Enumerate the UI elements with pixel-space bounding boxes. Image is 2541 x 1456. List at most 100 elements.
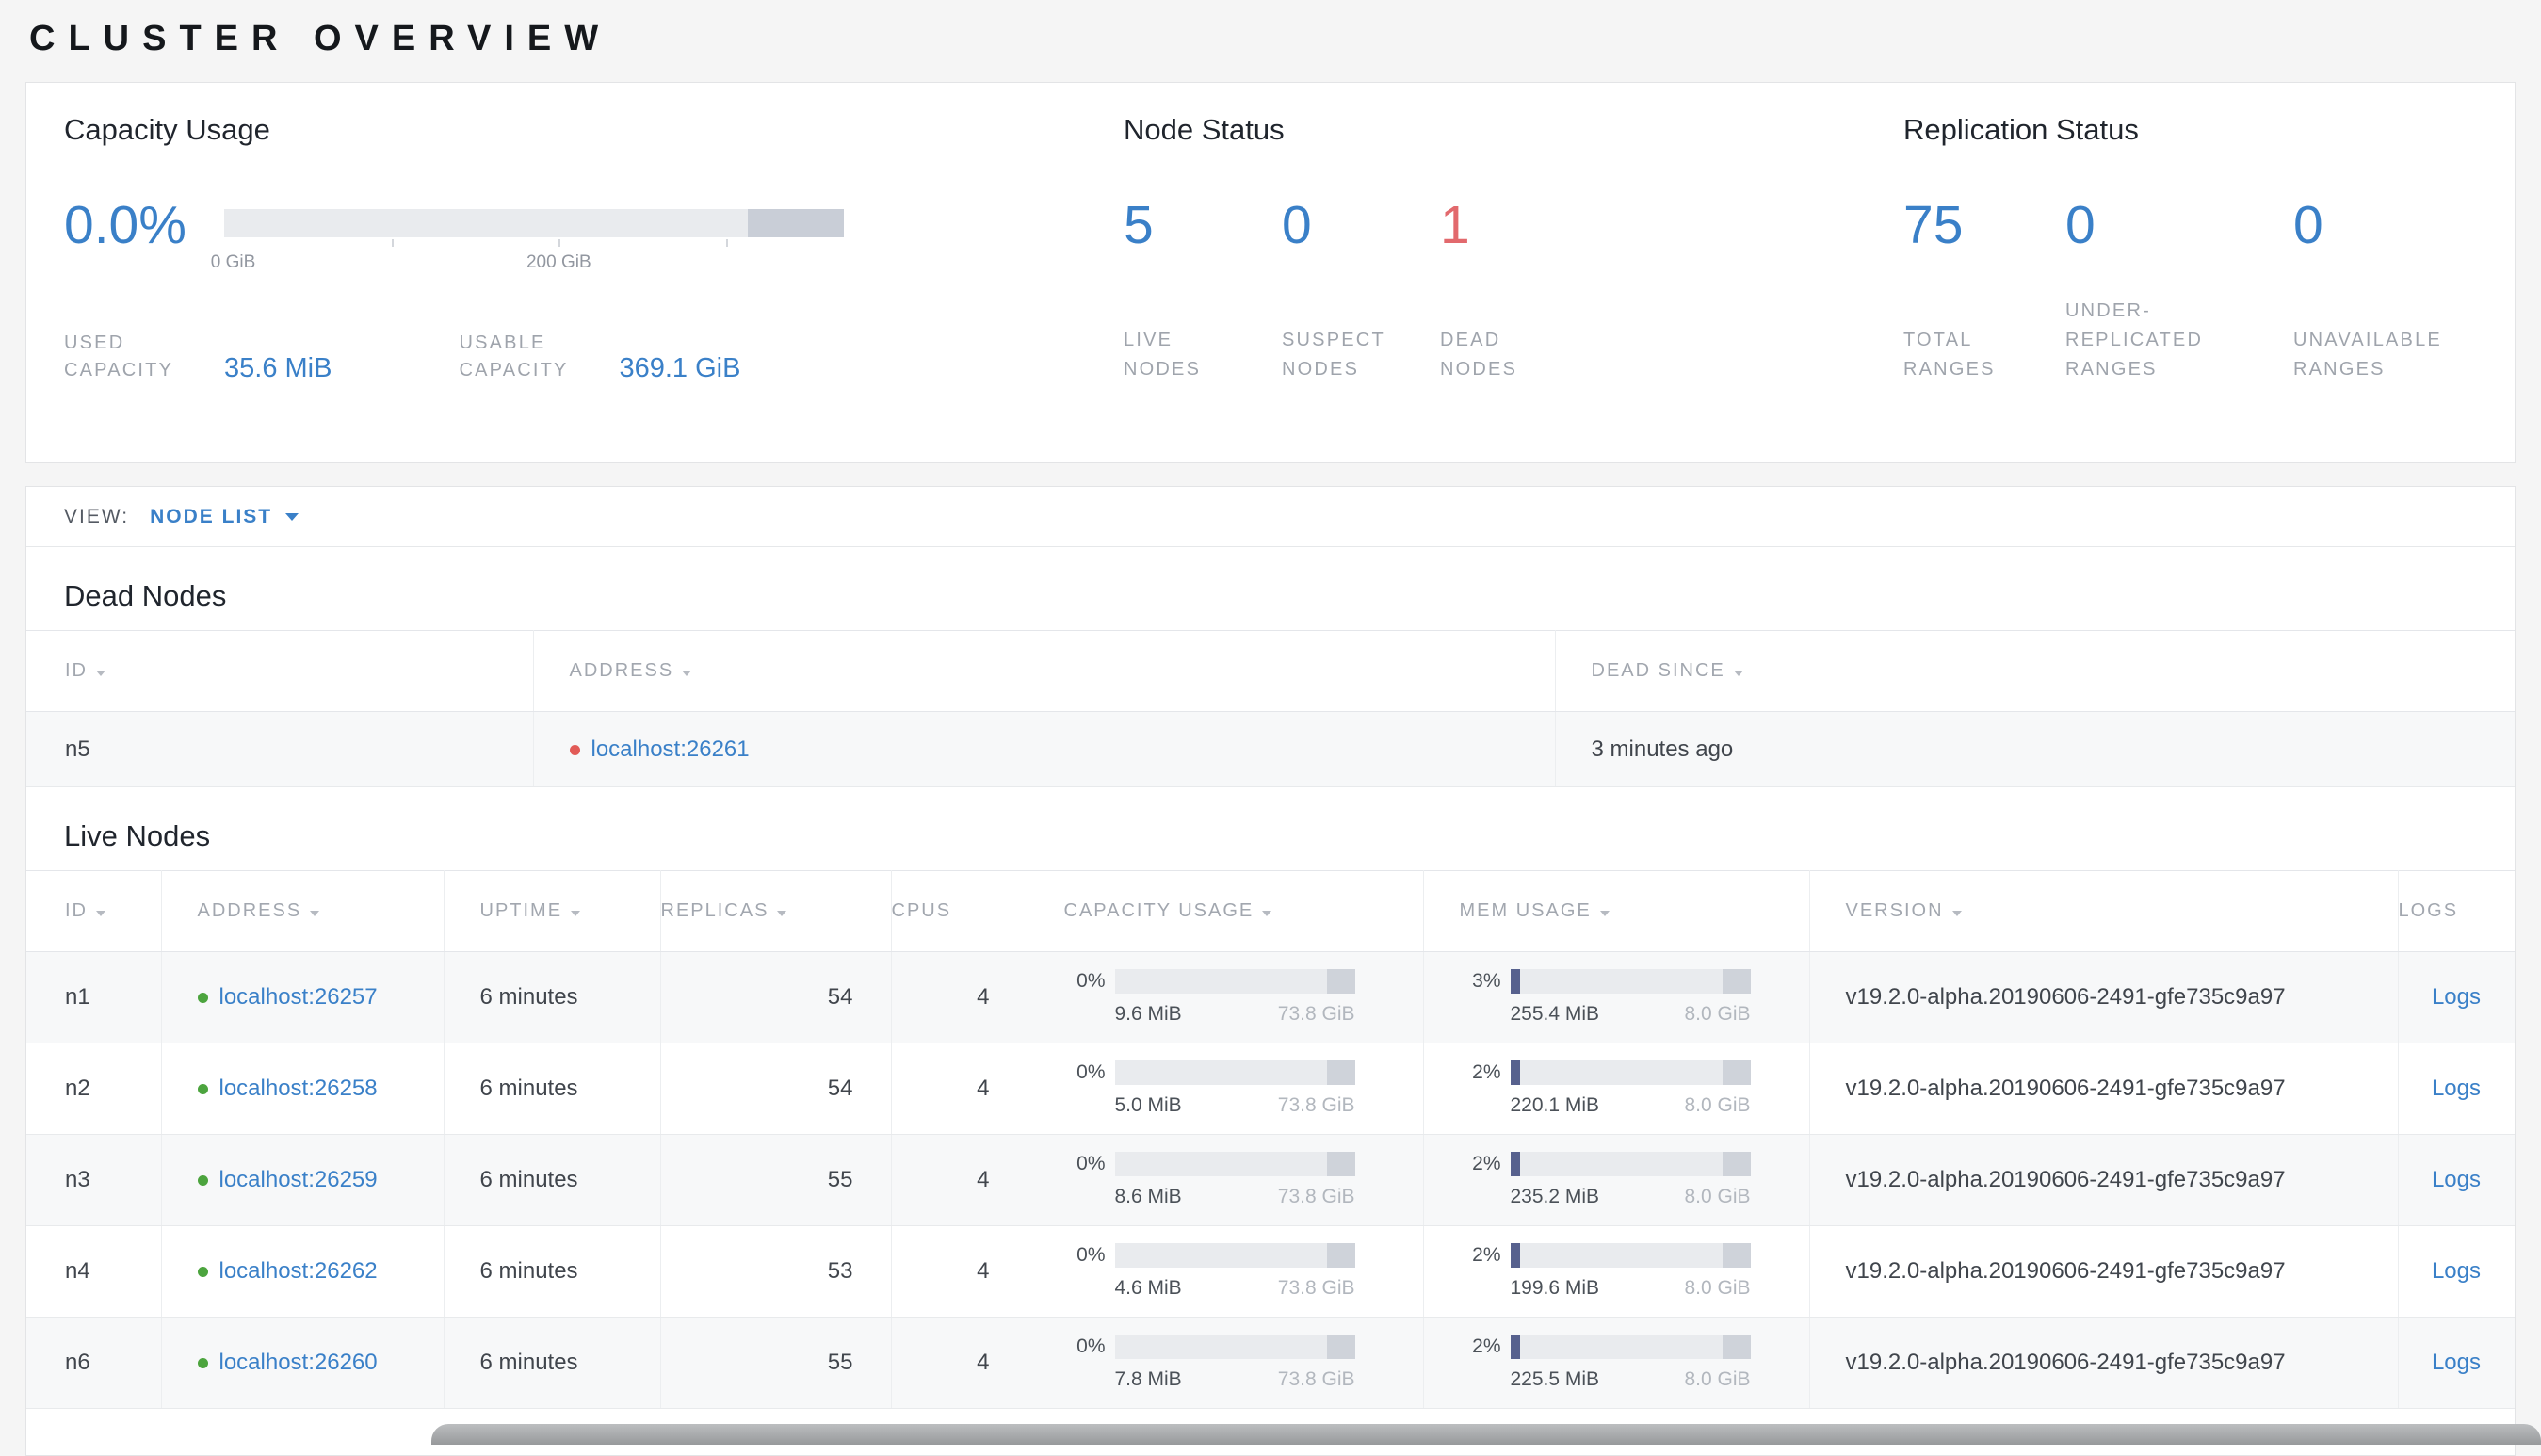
sort-arrow-icon [310, 911, 320, 916]
mem-used-value: 199.6 MiB [1510, 1277, 1600, 1299]
node-id-cell: n1 [26, 951, 162, 1043]
column-header-mem-usage[interactable]: MEM USAGE [1423, 870, 1810, 952]
capacity-percent: 0% [1076, 1244, 1106, 1266]
sort-arrow-icon [1951, 911, 1962, 916]
node-uptime-cell: 6 minutes [444, 951, 661, 1043]
node-logs-link[interactable]: Logs [2432, 1258, 2481, 1284]
column-header-dead-since[interactable]: DEAD SINCE [1555, 630, 2515, 712]
node-list-card: VIEW: NODE LIST Dead Nodes ID ADDRESS DE… [25, 486, 2516, 1456]
node-id-cell: n2 [26, 1043, 162, 1135]
view-selector-dropdown[interactable]: NODE LIST [150, 506, 299, 528]
node-address-link[interactable]: localhost:26262 [219, 1258, 378, 1284]
live-node-row: n6 localhost:26260 6 minutes 55 4 0% 7.8… [26, 1317, 2515, 1409]
node-dead-since-cell: 3 minutes ago [1555, 711, 2515, 787]
node-mem-usage-cell: 2% 225.5 MiB 8.0 GiB [1423, 1317, 1810, 1409]
mem-usage-mini-bar [1510, 1152, 1751, 1176]
column-header-uptime[interactable]: UPTIME [444, 870, 661, 952]
mem-usage-mini-bar [1510, 1060, 1751, 1085]
capacity-percent: 0% [1076, 1153, 1106, 1174]
node-status-section: Node Status 5 LIVE NODES 0 SUSPECT NODES… [1086, 83, 1866, 462]
node-cpus-cell: 4 [891, 1134, 1028, 1226]
node-version-cell: v19.2.0-alpha.20190606-2491-gfe735c9a97 [1809, 951, 2399, 1043]
node-cpus-cell: 4 [891, 951, 1028, 1043]
under-replicated-ranges-label: UNDER- REPLICATED RANGES [2065, 300, 2204, 380]
node-logs-link[interactable]: Logs [2432, 1167, 2481, 1192]
replication-status-heading: Replication Status [1903, 113, 2139, 146]
mem-total-value: 8.0 GiB [1684, 1003, 1751, 1025]
capacity-used-percent: 0.0% [64, 195, 186, 255]
node-live-dot-icon [197, 1358, 208, 1368]
under-replicated-ranges-stat: 0 UNDER- REPLICATED RANGES [2065, 196, 2293, 384]
unavailable-ranges-count: 0 [2293, 195, 2323, 255]
capacity-total-value: 73.8 GiB [1277, 1186, 1355, 1207]
node-address-link[interactable]: localhost:26259 [219, 1167, 378, 1192]
node-address-cell: localhost:26258 [161, 1043, 445, 1135]
node-capacity-usage-cell: 0% 5.0 MiB 73.8 GiB [1028, 1043, 1424, 1135]
mem-usage-mini-bar [1510, 1243, 1751, 1268]
live-node-row: n2 localhost:26258 6 minutes 54 4 0% 5.0… [26, 1043, 2515, 1135]
capacity-usage-mini-bar [1114, 1060, 1355, 1085]
node-address-link[interactable]: localhost:26258 [219, 1076, 378, 1101]
live-nodes-header-row: ID ADDRESS UPTIME REPLICAS CPUS CAPACITY… [26, 870, 2515, 952]
node-logs-cell: Logs [2398, 1317, 2515, 1409]
mem-percent: 2% [1472, 1244, 1501, 1266]
node-address-link[interactable]: localhost:26257 [219, 984, 378, 1010]
mem-total-value: 8.0 GiB [1684, 1368, 1751, 1390]
node-logs-link[interactable]: Logs [2432, 1350, 2481, 1375]
node-logs-link[interactable]: Logs [2432, 984, 2481, 1010]
node-address-cell: localhost:26261 [533, 711, 1556, 787]
column-header-id[interactable]: ID [26, 870, 162, 952]
capacity-percent: 0% [1076, 1061, 1106, 1083]
live-nodes-heading: Live Nodes [64, 819, 211, 852]
node-logs-cell: Logs [2398, 1043, 2515, 1135]
replication-status-section: Replication Status 75 TOTAL RANGES 0 UND… [1866, 83, 2515, 462]
mem-percent: 2% [1472, 1153, 1501, 1174]
node-live-dot-icon [197, 1175, 208, 1186]
sort-arrow-icon [571, 911, 581, 916]
used-capacity-stat: USED CAPACITY 35.6 MiB [64, 330, 332, 384]
node-mem-usage-cell: 2% 235.2 MiB 8.0 GiB [1423, 1134, 1810, 1226]
node-address-link[interactable]: localhost:26260 [219, 1350, 378, 1375]
dropdown-arrow-icon [285, 512, 299, 521]
capacity-used-value: 5.0 MiB [1114, 1094, 1182, 1116]
capacity-usage-heading: Capacity Usage [64, 113, 270, 146]
node-logs-link[interactable]: Logs [2432, 1076, 2481, 1101]
node-version-cell: v19.2.0-alpha.20190606-2491-gfe735c9a97 [1809, 1317, 2399, 1409]
node-replicas-cell: 55 [660, 1134, 892, 1226]
column-header-address[interactable]: ADDRESS [533, 630, 1556, 712]
live-node-row: n3 localhost:26259 6 minutes 55 4 0% 8.6… [26, 1134, 2515, 1226]
mem-percent: 2% [1472, 1335, 1501, 1357]
total-ranges-label: TOTAL RANGES [1903, 330, 1996, 380]
live-nodes-count: 5 [1124, 195, 1154, 255]
node-address-cell: localhost:26260 [161, 1317, 445, 1409]
capacity-used-value: 9.6 MiB [1114, 1003, 1182, 1025]
mem-used-value: 255.4 MiB [1510, 1003, 1600, 1025]
capacity-total-value: 73.8 GiB [1277, 1277, 1355, 1299]
node-dead-dot-icon [569, 744, 580, 755]
dead-nodes-header-row: ID ADDRESS DEAD SINCE [26, 630, 2515, 712]
unavailable-ranges-stat: 0 UNAVAILABLE RANGES [2293, 196, 2442, 384]
mem-usage-mini-bar [1510, 1335, 1751, 1359]
node-uptime-cell: 6 minutes [444, 1134, 661, 1226]
under-replicated-ranges-count: 0 [2065, 195, 2096, 255]
column-header-replicas[interactable]: REPLICAS [660, 870, 892, 952]
total-ranges-count: 75 [1903, 195, 1964, 255]
dead-nodes-label: DEAD NODES [1440, 330, 1518, 380]
column-header-address[interactable]: ADDRESS [161, 870, 445, 952]
node-replicas-cell: 54 [660, 951, 892, 1043]
column-header-capacity-usage[interactable]: CAPACITY USAGE [1028, 870, 1424, 952]
node-uptime-cell: 6 minutes [444, 1043, 661, 1135]
node-address-link[interactable]: localhost:26261 [591, 736, 750, 762]
node-capacity-usage-cell: 0% 8.6 MiB 73.8 GiB [1028, 1134, 1424, 1226]
page-title: CLUSTER OVERVIEW [29, 19, 612, 58]
node-uptime-cell: 6 minutes [444, 1225, 661, 1318]
used-capacity-value: 35.6 MiB [224, 353, 332, 383]
live-nodes-stat: 5 LIVE NODES [1124, 196, 1282, 384]
column-header-id[interactable]: ID [26, 630, 534, 712]
node-live-dot-icon [197, 1084, 208, 1094]
mem-used-value: 225.5 MiB [1510, 1368, 1600, 1390]
node-mem-usage-cell: 2% 199.6 MiB 8.0 GiB [1423, 1225, 1810, 1318]
axis-tick-icon [725, 239, 728, 247]
node-replicas-cell: 54 [660, 1043, 892, 1135]
column-header-version[interactable]: VERSION [1809, 870, 2399, 952]
